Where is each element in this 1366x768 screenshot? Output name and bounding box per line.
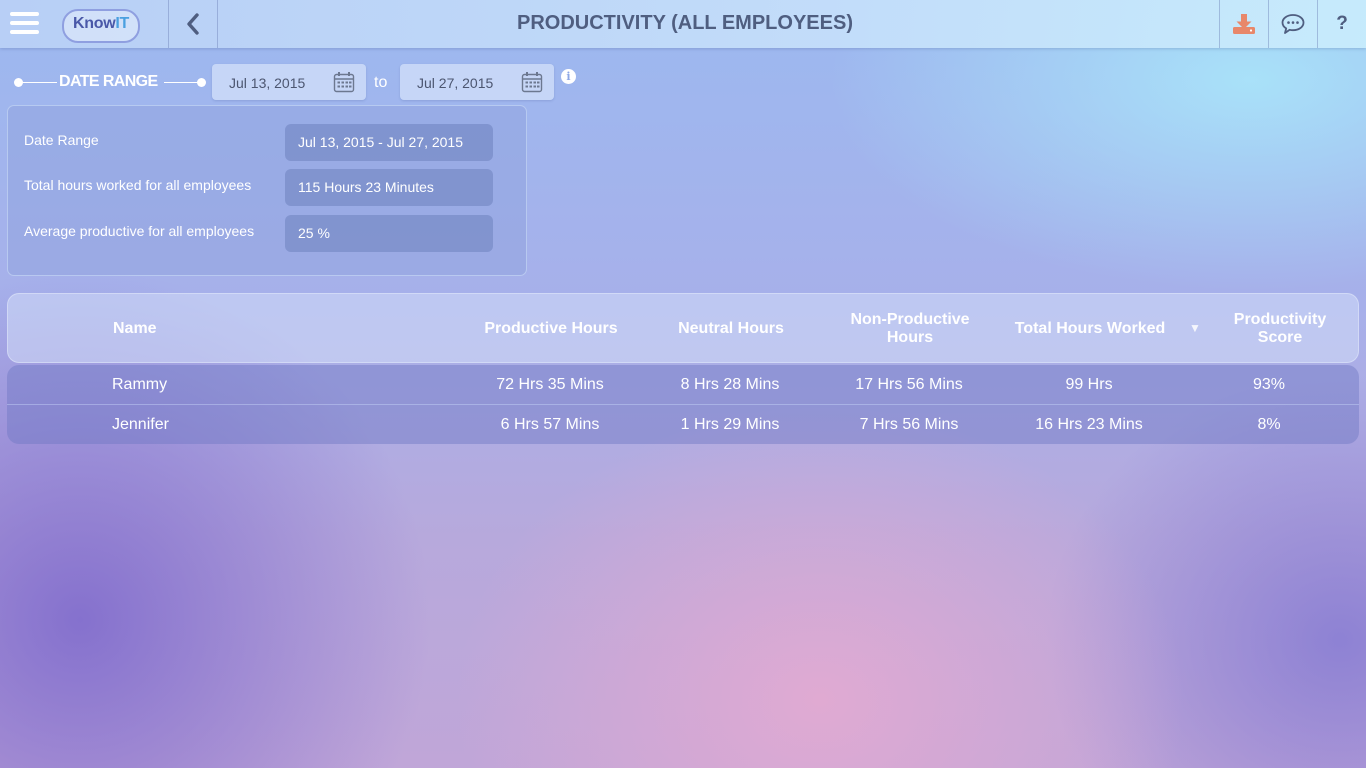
logo-text-it: IT: [115, 15, 129, 32]
download-icon: [1233, 14, 1255, 34]
column-header-productive-hours[interactable]: Productive Hours: [471, 294, 631, 364]
to-label: to: [374, 74, 388, 91]
summary-row-average-productive: Average productive for all employees 25 …: [8, 215, 526, 253]
help-button[interactable]: ?: [1318, 0, 1366, 48]
cell-productive-hours: 6 Hrs 57 Mins: [500, 416, 600, 433]
header-divider: [217, 0, 218, 48]
date-to-value: Jul 27, 2015: [417, 75, 494, 91]
cell-name: Jennifer: [112, 416, 169, 433]
page-title: PRODUCTIVITY (ALL EMPLOYEES): [517, 12, 853, 34]
top-bar: KnowIT PRODUCTIVITY (ALL EMPLOYEES) ?: [0, 0, 1366, 48]
info-icon[interactable]: i: [561, 69, 576, 84]
cell-non-productive-hours: 7 Hrs 56 Mins: [859, 416, 959, 433]
cell-total-hours-worked: 99 Hrs: [1065, 376, 1113, 393]
summary-value: 25 %: [285, 215, 493, 252]
date-range-label: DATE RANGE: [14, 72, 208, 94]
cell-productivity-score: 8%: [1257, 416, 1281, 433]
date-from-value: Jul 13, 2015: [229, 75, 306, 91]
chevron-left-icon: [187, 13, 199, 35]
question-icon: ?: [1336, 13, 1348, 34]
summary-panel: Date Range Jul 13, 2015 - Jul 27, 2015 T…: [7, 105, 527, 276]
summary-row-date-range: Date Range Jul 13, 2015 - Jul 27, 2015: [8, 124, 526, 162]
logo-text: KnowIT: [62, 15, 140, 33]
date-to-input[interactable]: Jul 27, 2015: [400, 64, 554, 100]
summary-row-total-hours: Total hours worked for all employees 115…: [8, 169, 526, 207]
logo-text-know: Know: [73, 15, 116, 32]
summary-label: Date Range: [24, 132, 99, 148]
cell-total-hours-worked: 16 Hrs 23 Mins: [1035, 416, 1143, 433]
column-header-total-hours-worked[interactable]: Total Hours Worked: [1005, 294, 1175, 364]
date-range-heading: DATE RANGE: [59, 73, 158, 90]
cell-name: Rammy: [112, 376, 168, 393]
chat-button[interactable]: [1269, 0, 1317, 48]
back-button[interactable]: [169, 0, 217, 48]
knowit-logo[interactable]: KnowIT: [62, 9, 140, 43]
column-header-non-productive-hours[interactable]: Non-Productive Hours: [840, 294, 980, 364]
calendar-icon[interactable]: [333, 71, 355, 93]
hamburger-icon[interactable]: [10, 12, 39, 36]
column-header-productivity-score[interactable]: Productivity Score: [1220, 294, 1340, 364]
download-button[interactable]: [1220, 0, 1268, 48]
table-body: Rammy 72 Hrs 35 Mins 8 Hrs 28 Mins 17 Hr…: [7, 365, 1359, 444]
date-from-input[interactable]: Jul 13, 2015: [212, 64, 366, 100]
column-header-neutral-hours[interactable]: Neutral Hours: [656, 294, 806, 364]
summary-label: Average productive for all employees: [24, 223, 255, 239]
table-row[interactable]: Jennifer 6 Hrs 57 Mins 1 Hrs 29 Mins 7 H…: [7, 405, 1359, 444]
summary-value: Jul 13, 2015 - Jul 27, 2015: [285, 124, 493, 161]
cell-neutral-hours: 8 Hrs 28 Mins: [680, 376, 780, 393]
cell-productive-hours: 72 Hrs 35 Mins: [496, 376, 604, 393]
table-header: Name Productive Hours Neutral Hours Non-…: [7, 293, 1359, 363]
label-dot: [197, 78, 206, 87]
cell-non-productive-hours: 17 Hrs 56 Mins: [855, 376, 963, 393]
cell-productivity-score: 93%: [1252, 376, 1286, 393]
sort-down-icon[interactable]: ▼: [1189, 321, 1201, 335]
table-row[interactable]: Rammy 72 Hrs 35 Mins 8 Hrs 28 Mins 17 Hr…: [7, 365, 1359, 405]
cell-neutral-hours: 1 Hrs 29 Mins: [680, 416, 780, 433]
chat-bubble-icon: [1281, 14, 1305, 34]
summary-label: Total hours worked for all employees: [24, 177, 252, 193]
calendar-icon[interactable]: [521, 71, 543, 93]
column-header-name[interactable]: Name: [113, 294, 173, 364]
summary-value: 115 Hours 23 Minutes: [285, 169, 493, 206]
label-line: [19, 82, 57, 83]
